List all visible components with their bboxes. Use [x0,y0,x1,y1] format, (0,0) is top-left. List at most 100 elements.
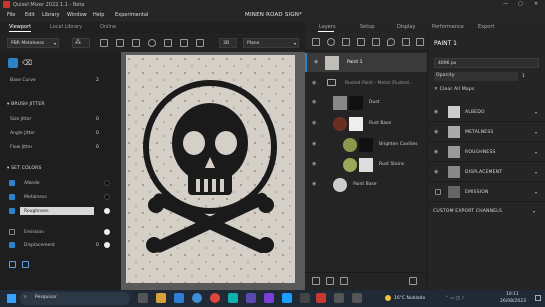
layer-row-rust-base[interactable]: ◉ Rust Base [305,114,427,133]
tab-viewport[interactable]: Viewport [9,24,31,30]
visibility-eye-icon[interactable]: ◉ [434,109,438,115]
minimize-button[interactable]: — [503,1,508,7]
metalness-checkbox[interactable] [9,194,15,200]
steam-icon[interactable] [282,293,292,303]
surface-layer-icon[interactable] [357,38,365,46]
environment-icon[interactable] [148,39,156,47]
file-explorer-icon[interactable] [156,293,166,303]
chevron-down-icon[interactable]: ▾ [535,170,537,175]
clock-date[interactable]: 26/08/2023 [500,299,526,304]
store-icon[interactable] [174,293,184,303]
grid-view-icon[interactable] [100,39,108,47]
roughness-color-swatch[interactable] [104,208,110,214]
tab-layers[interactable]: Layers [319,24,336,30]
albedo-checkbox[interactable] [9,180,15,186]
opacity-value[interactable]: 1 [522,74,525,79]
layer-row-paint-1[interactable]: ◉ Paint 1 [305,53,427,72]
chevron-down-icon[interactable]: ▾ [535,190,537,195]
layer-row-rusted-paint[interactable]: ◉ Rusted Paint - Metal (Rusted... [305,74,427,93]
add-group-icon[interactable] [312,277,320,285]
drop-icon[interactable] [387,38,395,46]
metalness-color-swatch[interactable] [104,194,110,200]
visibility-eye-icon[interactable]: ◉ [312,141,316,147]
maximize-button[interactable]: ▢ [518,1,523,7]
brush-jitter-header[interactable]: ▾ BRUSH JITTER [7,102,45,107]
visibility-eye-icon[interactable]: ◉ [434,149,438,155]
app-icon[interactable] [228,293,238,303]
road-sign-canvas[interactable] [126,55,295,283]
visibility-eye-icon[interactable]: ◉ [434,169,438,175]
resolution-dropdown[interactable]: 4096 px [434,58,539,68]
windows-start-icon[interactable] [7,294,16,303]
wireframe-icon[interactable] [180,39,188,47]
map-row-emission[interactable]: EMISSION ▾ [428,183,545,202]
chevron-down-icon[interactable]: ▾ [533,209,535,214]
tab-display[interactable]: Display [397,24,415,30]
twitch-icon[interactable] [264,293,274,303]
folder-add-icon[interactable] [340,277,348,285]
mesh-dropdown[interactable]: ⁂ [72,38,90,48]
frame-icon[interactable] [132,39,140,47]
emission-map-checkbox[interactable] [435,189,441,195]
layer-row-rust-stains[interactable]: ◉ Rust Stains [305,155,427,174]
flow-jitter-value[interactable]: 0 [96,145,99,150]
clear-all-maps-button[interactable]: ✕ Clear All Maps [434,87,474,92]
shape-dropdown[interactable]: Plane ▾ [243,38,299,48]
settings-icon[interactable] [416,38,424,46]
base-curve-value[interactable]: 2 [96,78,99,83]
chevron-down-icon[interactable]: ▾ [535,150,537,155]
pick-icon[interactable] [22,261,29,268]
solid-layer-icon[interactable] [342,38,350,46]
menu-experimental[interactable]: Experimental [115,12,148,18]
duplicate-icon[interactable] [326,277,334,285]
displacement-checkbox[interactable] [9,242,15,248]
app-icon[interactable] [246,293,256,303]
image-layer-icon[interactable] [372,38,380,46]
add-layer-icon[interactable] [312,38,320,46]
displacement-color-swatch[interactable] [104,242,110,248]
menu-edit[interactable]: Edit [25,12,35,18]
grid-split-icon[interactable] [116,39,124,47]
map-row-albedo[interactable]: ◉ ALBEDO ▾ [428,103,545,122]
menu-window[interactable]: Window [67,12,87,18]
brush-tool-icon[interactable] [8,58,18,68]
view-mode-dropdown[interactable]: 3D [219,38,237,48]
camera-icon[interactable] [164,39,172,47]
screenshot-icon[interactable] [196,39,204,47]
menu-library[interactable]: Library [42,12,59,18]
notifications-icon[interactable] [535,295,541,301]
emission-color-swatch[interactable] [104,229,110,235]
visibility-eye-icon[interactable]: ◉ [312,99,316,105]
displacement-value[interactable]: 0 [96,243,99,248]
layer-row-paint-base[interactable]: ◉ Paint Base [305,175,427,194]
edge-icon[interactable] [192,293,202,303]
visibility-eye-icon[interactable]: ◉ [312,181,316,187]
quixel-mixer-taskbar-icon[interactable] [316,293,326,303]
custom-export-channels-header[interactable]: CUSTOM EXPORT CHANNELS [433,209,502,214]
tab-setup[interactable]: Setup [360,24,375,30]
tab-performance[interactable]: Performance [432,24,464,30]
layer-row-brighten-cavities[interactable]: ◉ Brighten Cavities [305,135,427,154]
app-icon[interactable] [300,293,310,303]
visibility-eye-icon[interactable]: ◉ [434,129,438,135]
chrome-icon[interactable] [210,293,220,303]
system-tray-icons[interactable]: ⌃ ▭ ◫ ♪ [445,296,464,301]
map-row-metalness[interactable]: ◉ METALNESS ▾ [428,123,545,142]
visibility-eye-icon[interactable]: ◉ [312,120,316,126]
visibility-eye-icon[interactable]: ◉ [312,161,316,167]
app-icon[interactable] [352,293,362,303]
menu-help[interactable]: Help [93,12,104,18]
app-icon[interactable] [334,293,344,303]
layer-row-dust[interactable]: ◉ Dust [305,93,427,112]
map-row-roughness[interactable]: ◉ ROUGHNESS ▾ [428,143,545,162]
paint-icon[interactable] [402,38,410,46]
chevron-down-icon[interactable]: ▾ [535,130,537,135]
preset-dropdown[interactable]: PBR Metalness ▾ [7,38,59,48]
visibility-eye-icon[interactable]: ◉ [312,80,316,86]
weather-text[interactable]: 16°C Nublado [394,296,425,301]
clock-time[interactable]: 10:11 [506,292,519,297]
tab-local-library[interactable]: Local Library [50,24,82,30]
brush-layer-icon[interactable] [327,38,335,46]
size-jitter-value[interactable]: 0 [96,117,99,122]
set-colors-header[interactable]: ▾ SET COLORS [7,166,42,171]
